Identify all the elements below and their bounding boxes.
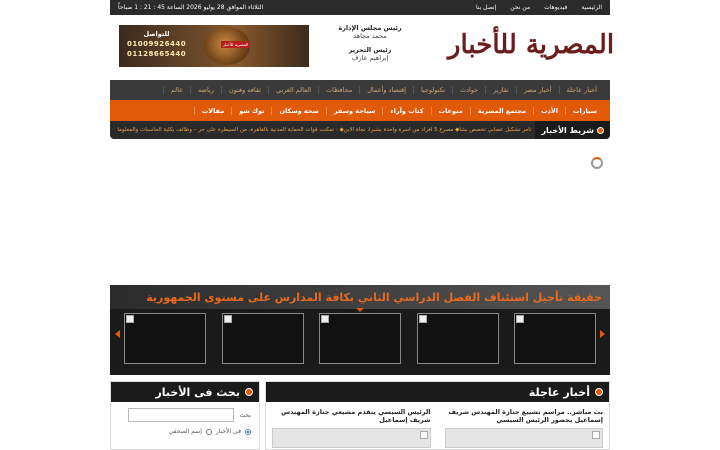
board-chair-role: رئيس مجلس الإدارة: [338, 24, 402, 32]
slider-notch-icon: [356, 308, 364, 312]
bullet-icon: [595, 388, 603, 396]
nav-technology[interactable]: تكنولوجيا: [412, 86, 452, 94]
top-nav-about[interactable]: من نحن: [510, 4, 530, 11]
logo-text: المصرية للأخبار: [447, 30, 615, 60]
nav-egypt[interactable]: أخبار مصر: [515, 86, 559, 94]
news-item-image[interactable]: [444, 427, 603, 448]
ticker-label: شريط الأخبار: [535, 121, 610, 139]
slider-next-icon[interactable]: [600, 330, 605, 338]
top-nav-contact[interactable]: إتصل بنا: [476, 4, 496, 11]
news-item-title[interactable]: بث مباشر.. مراسم تشييع جنازة المهندس شري…: [445, 408, 603, 425]
bullet-icon: [245, 388, 253, 396]
news-item: الرئيس السيسي يتقدم مشيعي جنازة المهندس …: [272, 408, 431, 448]
news-item-image[interactable]: [272, 427, 431, 448]
header-ad-banner[interactable]: المصرية للأخبار للتواصل 01009926440 0112…: [119, 25, 309, 67]
editors-block: رئيس مجلس الإدارة محمد مجاهد رئيس التحري…: [325, 24, 415, 68]
nav-arab-world[interactable]: العالم العربي: [267, 86, 318, 94]
radio-news-label: فى الأخبار: [215, 428, 241, 435]
site-logo[interactable]: المصرية للأخبار: [448, 24, 615, 66]
radio-news-option[interactable]: [245, 428, 251, 435]
slider-thumbnails: [124, 313, 596, 364]
news-item: بث مباشر.. مراسم تشييع جنازة المهندس شري…: [444, 408, 603, 448]
search-label: بحث: [239, 411, 251, 419]
slider-thumbnail[interactable]: [514, 313, 596, 364]
breaking-news-box: أخبار عاجلة بث مباشر.. مراسم تشييع جنازة…: [265, 381, 610, 450]
loading-spinner-icon: [591, 157, 603, 169]
nav-economy[interactable]: إقتصاد وأعمال: [359, 86, 413, 94]
nav-breaking[interactable]: أخبار عاجلة: [558, 86, 605, 94]
primary-nav: أخبار عاجلة أخبار مصر تقارير حوادث تكنول…: [110, 80, 610, 100]
slider-thumbnail[interactable]: [319, 313, 401, 364]
search-box-title: بحث فى الأخبار: [155, 385, 240, 399]
search-row: بحث: [111, 402, 259, 422]
nav-culture[interactable]: ثقافه وفنون: [220, 86, 268, 94]
nav-talk-show[interactable]: توك شو: [231, 106, 271, 115]
top-nav: الرئيسية فيديوهات من نحن إتصل بنا: [476, 4, 602, 11]
nav-sports[interactable]: رياضه: [189, 86, 221, 94]
ad-phone-1: 01009926440: [127, 40, 187, 48]
radio-journalist-label: إسم الصحفي: [168, 428, 202, 435]
ad-badge: المصرية للأخبار: [221, 41, 251, 48]
nav-cars[interactable]: سيارات: [565, 106, 604, 115]
news-item-title[interactable]: الرئيس السيسي يتقدم مشيعي جنازة المهندس …: [272, 408, 430, 425]
editor-name: إبراهيم عارف: [351, 54, 389, 62]
slider-prev-icon[interactable]: [115, 330, 120, 338]
radio-journalist-option[interactable]: [205, 428, 212, 435]
board-chair-name: محمد مجاهد: [353, 32, 387, 40]
secondary-nav: سيارات الأدب مجتمع المصرية منوعات كتاب و…: [110, 100, 610, 121]
breaking-news-title: أخبار عاجلة: [528, 385, 590, 399]
featured-slider: حقيقة تأجيل استئناف الفصل الدراسي الثاني…: [110, 285, 610, 375]
top-bar: الرئيسية فيديوهات من نحن إتصل بنا الثلاث…: [110, 0, 610, 15]
ticker-label-text: شريط الأخبار: [541, 125, 594, 135]
nav-world[interactable]: عالم: [162, 86, 190, 94]
slider-thumbnail[interactable]: [416, 313, 499, 364]
current-date: الثلاثاء الموافق 28 يوليو 2026 الساعة 45…: [118, 4, 264, 11]
search-box: بحث فى الأخبار بحث فى الأخبار إسم الصحفي: [110, 381, 260, 450]
top-nav-home[interactable]: الرئيسية: [581, 4, 602, 11]
search-box-header: بحث فى الأخبار: [111, 382, 259, 402]
top-nav-videos[interactable]: فيديوهات: [544, 4, 567, 11]
bullet-icon: [597, 126, 604, 134]
nav-opinions[interactable]: كتاب وآراء: [382, 106, 430, 115]
nav-community[interactable]: مجتمع المصرية: [469, 106, 533, 115]
slider-thumbnail[interactable]: [124, 313, 206, 364]
nav-health[interactable]: صحة وسكان: [271, 106, 325, 115]
ad-phone-2: 01128665440: [127, 50, 187, 58]
news-ticker: شريط الأخبار تامر تشكيل عصابي تخصص بشأ◆ …: [110, 121, 610, 139]
nav-governorates[interactable]: محافظات: [318, 86, 359, 94]
ad-contact: للتواصل 01009926440 01128665440: [127, 30, 186, 58]
breaking-news-list: بث مباشر.. مراسم تشييع جنازة المهندس شري…: [266, 402, 609, 448]
ad-contact-label: للتواصل: [143, 30, 170, 38]
search-options: فى الأخبار إسم الصحفي: [111, 422, 259, 435]
slider-thumbnail[interactable]: [221, 313, 304, 364]
slider-headline[interactable]: حقيقة تأجيل استئناف الفصل الدراسي الثاني…: [110, 285, 610, 309]
nav-misc[interactable]: منوعات: [430, 106, 470, 115]
breaking-news-header: أخبار عاجلة: [266, 382, 609, 402]
ticker-text[interactable]: تامر تشكيل عصابي تخصص بشأ◆ مصرع 5 أفراد …: [110, 127, 535, 133]
nav-reports[interactable]: تقارير: [485, 86, 516, 94]
search-input[interactable]: [127, 408, 234, 422]
nav-articles[interactable]: مقالات: [193, 106, 232, 115]
nav-accidents[interactable]: حوادث: [451, 86, 485, 94]
nav-travel[interactable]: سياحة وسفر: [325, 106, 383, 115]
site-header: المصرية للأخبار رئيس مجلس الإدارة محمد م…: [110, 18, 615, 74]
nav-literature[interactable]: الأدب: [533, 106, 565, 115]
editor-role: رئيس التحرير: [348, 46, 392, 54]
